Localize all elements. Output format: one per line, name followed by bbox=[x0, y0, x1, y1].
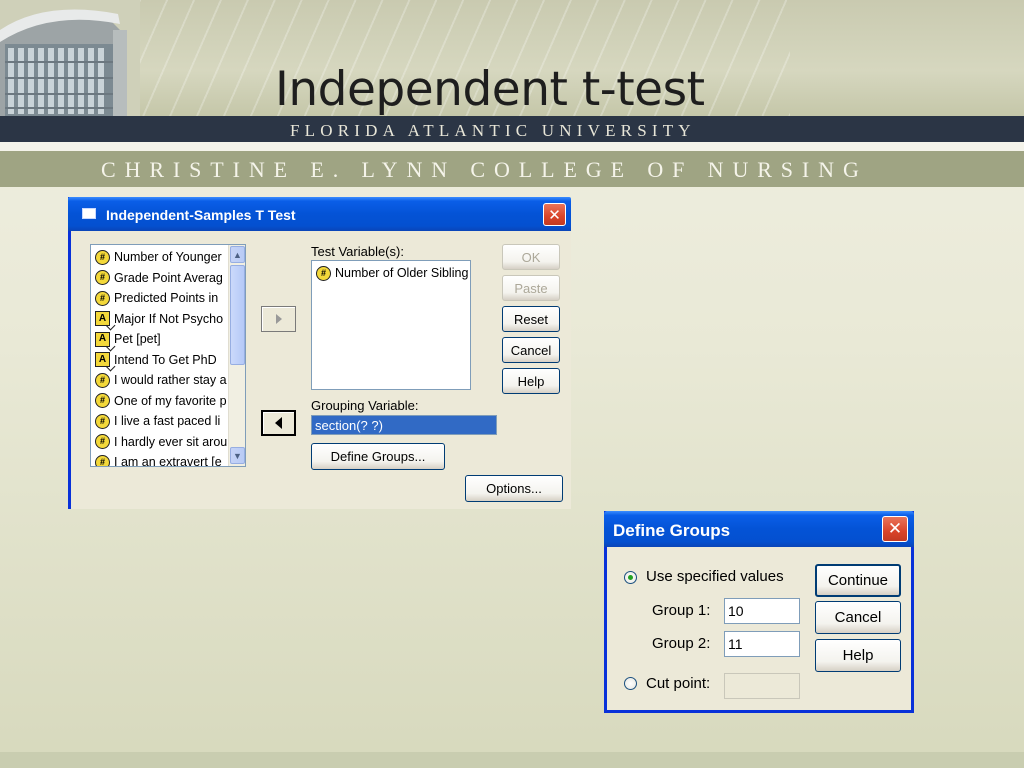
scale-variable-icon: # bbox=[95, 454, 110, 466]
scale-variable-icon: # bbox=[95, 393, 110, 408]
scroll-down-icon[interactable]: ▼ bbox=[230, 447, 245, 464]
ttest-dialog-app-icon bbox=[82, 208, 96, 219]
move-to-grouping-variable-button[interactable] bbox=[261, 410, 296, 436]
help-button[interactable]: Help bbox=[502, 368, 560, 394]
nominal-variable-icon: A bbox=[95, 311, 110, 326]
source-variable-item[interactable]: A Intend To Get PhD bbox=[95, 350, 217, 370]
source-variable-label: Grade Point Averag bbox=[114, 270, 223, 285]
source-variable-item[interactable]: # Grade Point Averag bbox=[95, 268, 223, 288]
source-list-scrollbar[interactable]: ▲ ▼ bbox=[228, 245, 245, 466]
group2-label: Group 2: bbox=[652, 635, 711, 652]
source-variable-label: I would rather stay a bbox=[114, 373, 227, 387]
source-variable-list[interactable]: # Number of Younger # Grade Point Averag # Pr… bbox=[90, 244, 246, 467]
define-groups-titlebar[interactable]: Define Groups ✕ bbox=[604, 511, 914, 547]
source-variable-label: Pet [pet] bbox=[114, 332, 161, 346]
close-icon[interactable]: ✕ bbox=[543, 203, 566, 226]
source-variable-item[interactable]: A Major If Not Psycho bbox=[95, 309, 223, 329]
define-groups-title: Define Groups bbox=[613, 521, 731, 540]
group1-label: Group 1: bbox=[652, 602, 711, 619]
ttest-dialog: Independent-Samples T Test ✕ # Number of … bbox=[68, 197, 571, 509]
grouping-variable-field[interactable]: section(? ?) bbox=[311, 415, 497, 435]
source-variable-item[interactable]: A Pet [pet] bbox=[95, 329, 161, 349]
cancel-button[interactable]: Cancel bbox=[502, 337, 560, 363]
ok-button[interactable]: OK bbox=[502, 244, 560, 270]
source-variable-label: I hardly ever sit arou bbox=[114, 434, 228, 449]
source-variable-label: One of my favorite p bbox=[114, 393, 227, 408]
group2-field[interactable]: 11 bbox=[724, 631, 800, 657]
cut-point-field[interactable] bbox=[724, 673, 800, 699]
cut-point-radio[interactable] bbox=[624, 677, 637, 690]
arrow-right-icon bbox=[275, 314, 282, 324]
define-groups-dialog: Define Groups ✕ Use specified values Gro… bbox=[604, 511, 914, 713]
source-variable-label: Major If Not Psycho bbox=[114, 311, 224, 326]
scale-variable-icon: # bbox=[95, 372, 110, 388]
scroll-up-icon[interactable]: ▲ bbox=[230, 246, 245, 263]
source-variable-label: Intend To Get PhD bbox=[114, 352, 217, 367]
continue-button[interactable]: Continue bbox=[815, 564, 901, 597]
building-image bbox=[0, 0, 140, 118]
source-variable-item[interactable]: # I would rather stay a bbox=[95, 370, 227, 390]
source-variable-label: I live a fast paced li bbox=[114, 414, 221, 428]
ttest-dialog-titlebar[interactable]: Independent-Samples T Test ✕ bbox=[68, 197, 571, 231]
source-variable-item[interactable]: # Number of Younger bbox=[95, 247, 222, 267]
test-variable-label: Number of Older Sibling bbox=[335, 266, 469, 280]
source-variable-item[interactable]: # I hardly ever sit arou bbox=[95, 432, 227, 452]
source-variable-item[interactable]: # One of my favorite p bbox=[95, 391, 227, 411]
define-groups-help-button[interactable]: Help bbox=[815, 639, 901, 672]
nominal-variable-icon: A bbox=[95, 331, 110, 347]
university-name: FLORIDA ATLANTIC UNIVERSITY bbox=[290, 121, 696, 140]
define-groups-button[interactable]: Define Groups... bbox=[311, 443, 445, 470]
source-variable-label: Number of Younger bbox=[114, 250, 222, 264]
ttest-dialog-title: Independent-Samples T Test bbox=[106, 207, 296, 223]
scroll-thumb[interactable] bbox=[230, 265, 245, 365]
define-groups-cancel-button[interactable]: Cancel bbox=[815, 601, 901, 634]
scale-variable-icon: # bbox=[95, 413, 110, 429]
reset-button[interactable]: Reset bbox=[502, 306, 560, 332]
header-divider bbox=[0, 142, 1024, 151]
source-variable-label: I am an extravert [e bbox=[114, 455, 222, 467]
close-icon[interactable]: ✕ bbox=[882, 516, 908, 542]
group1-field[interactable]: 10 bbox=[724, 598, 800, 624]
arrow-left-icon bbox=[275, 417, 282, 429]
scale-variable-icon: # bbox=[95, 270, 110, 285]
test-variable-item[interactable]: # Number of Older Sibling bbox=[316, 263, 468, 283]
test-variables-label: Test Variable(s): bbox=[311, 244, 404, 259]
test-variables-list[interactable]: # Number of Older Sibling bbox=[311, 260, 471, 390]
move-to-test-variables-button[interactable] bbox=[261, 306, 296, 332]
slide-title: Independent t-test bbox=[275, 62, 705, 117]
options-button[interactable]: Options... bbox=[465, 475, 563, 502]
scale-variable-icon: # bbox=[316, 265, 331, 281]
source-variable-item[interactable]: # Predicted Points in bbox=[95, 288, 218, 308]
nominal-variable-icon: A bbox=[95, 352, 110, 367]
cut-point-label: Cut point: bbox=[646, 675, 711, 692]
use-specified-values-radio[interactable] bbox=[624, 571, 637, 584]
scale-variable-icon: # bbox=[95, 290, 110, 306]
scale-variable-icon: # bbox=[95, 249, 110, 265]
scale-variable-icon: # bbox=[95, 434, 110, 449]
source-variable-label: Predicted Points in bbox=[114, 291, 219, 305]
source-variable-item[interactable]: # I live a fast paced li bbox=[95, 411, 220, 431]
college-name: CHRISTINE E. LYNN COLLEGE OF NURSING bbox=[101, 157, 868, 182]
source-variable-item[interactable]: # I am an extravert [e bbox=[95, 452, 222, 467]
slide-footer bbox=[0, 752, 1024, 768]
grouping-variable-label: Grouping Variable: bbox=[311, 398, 419, 413]
paste-button[interactable]: Paste bbox=[502, 275, 560, 301]
use-specified-values-label: Use specified values bbox=[646, 568, 784, 585]
